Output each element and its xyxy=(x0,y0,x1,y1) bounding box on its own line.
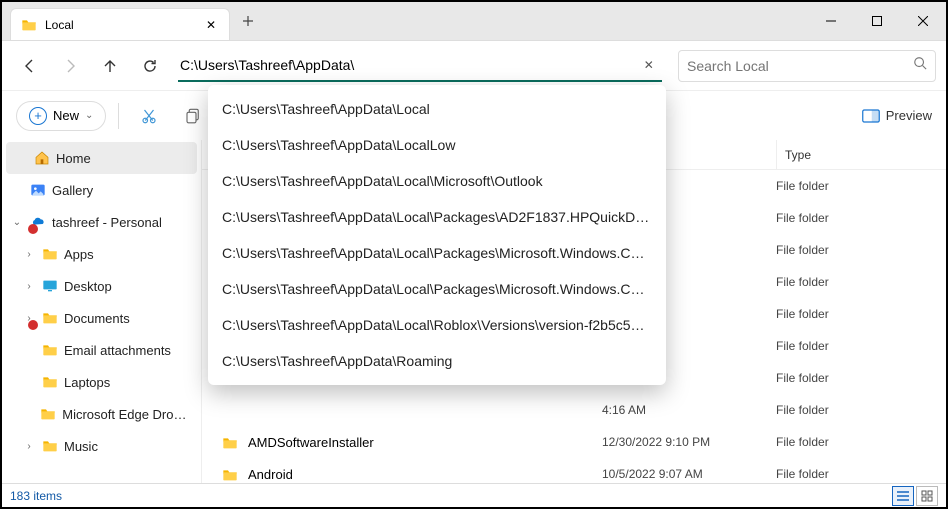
close-icon[interactable]: ✕ xyxy=(203,17,219,33)
plus-icon: + xyxy=(29,107,47,125)
sidebar-item-documents[interactable]: ›Documents xyxy=(2,302,201,334)
file-type: File folder xyxy=(776,339,946,353)
preview-button[interactable]: Preview xyxy=(862,108,932,123)
tree-label: Gallery xyxy=(52,183,93,198)
preview-label: Preview xyxy=(886,108,932,123)
file-type: File folder xyxy=(776,243,946,257)
table-row[interactable]: AMDSoftwareInstaller 12/30/2022 9:10 PMFi… xyxy=(202,426,946,458)
chevron-icon[interactable]: ⌄ xyxy=(10,217,24,228)
tree-icon xyxy=(40,406,56,422)
sidebar-item-tashreef-personal[interactable]: ⌄ tashreef - Personal xyxy=(2,206,201,238)
tab-current[interactable]: Local ✕ xyxy=(10,8,230,40)
new-label: New xyxy=(53,108,79,123)
sidebar-item-microsoft-edge-drop-files[interactable]: Microsoft Edge Drop Files xyxy=(2,398,201,430)
sidebar-item-home[interactable]: Home xyxy=(6,142,197,174)
nav-toolbar: ✕ xyxy=(2,40,946,90)
sidebar-item-apps[interactable]: › Apps xyxy=(2,238,201,270)
tree-label: Email attachments xyxy=(64,343,171,358)
table-row[interactable]: Android 10/5/2022 9:07 AMFile folder xyxy=(202,458,946,483)
tree-label: Laptops xyxy=(64,375,110,390)
suggestion-item[interactable]: C:\Users\Tashreef\AppData\Local\Packages… xyxy=(208,271,666,307)
tree-label: Music xyxy=(64,439,98,454)
sidebar-item-laptops[interactable]: Laptops xyxy=(2,366,201,398)
chevron-icon[interactable]: › xyxy=(22,441,36,452)
file-name: Android xyxy=(248,467,293,482)
col-type[interactable]: Type xyxy=(776,140,946,169)
sidebar-item-music[interactable]: › Music xyxy=(2,430,201,462)
minimize-button[interactable] xyxy=(808,2,854,40)
tree-label: Documents xyxy=(64,311,130,326)
clear-icon[interactable]: ✕ xyxy=(636,58,662,72)
suggestion-item[interactable]: C:\Users\Tashreef\AppData\Local xyxy=(208,91,666,127)
close-window-button[interactable] xyxy=(900,2,946,40)
file-date: 12/30/2022 9:10 PM xyxy=(602,435,776,449)
up-button[interactable] xyxy=(92,48,128,84)
tree-icon xyxy=(30,182,46,198)
sidebar-item-gallery[interactable]: Gallery xyxy=(2,174,201,206)
chevron-icon[interactable]: › xyxy=(22,281,36,292)
forward-button[interactable] xyxy=(52,48,88,84)
details-view-button[interactable] xyxy=(892,486,914,506)
new-tab-button[interactable] xyxy=(230,2,266,40)
file-name: AMDSoftwareInstaller xyxy=(248,435,374,450)
folder-icon xyxy=(222,467,240,481)
tree-icon xyxy=(34,150,50,166)
file-type: File folder xyxy=(776,275,946,289)
back-button[interactable] xyxy=(12,48,48,84)
tree-icon xyxy=(42,342,58,358)
tree-label: Desktop xyxy=(64,279,112,294)
tab-title: Local xyxy=(45,18,195,32)
file-type: File folder xyxy=(776,403,946,417)
address-suggestions: C:\Users\Tashreef\AppData\LocalC:\Users\… xyxy=(208,85,666,385)
address-bar[interactable]: ✕ xyxy=(178,50,662,82)
suggestion-item[interactable]: C:\Users\Tashreef\AppData\Local\Packages… xyxy=(208,235,666,271)
navigation-pane[interactable]: Home Gallery ⌄ tashreef - Personal › Apps › Des… xyxy=(2,140,202,483)
icons-view-button[interactable] xyxy=(916,486,938,506)
file-date: 10/5/2022 9:07 AM xyxy=(602,467,776,481)
file-type: File folder xyxy=(776,371,946,385)
search-box[interactable] xyxy=(678,50,936,82)
file-date: 4:16 AM xyxy=(602,403,776,417)
refresh-button[interactable] xyxy=(132,48,168,84)
sync-error-icon xyxy=(28,224,38,234)
status-bar: 183 items xyxy=(2,483,946,507)
folder-icon xyxy=(222,435,240,449)
suggestion-item[interactable]: C:\Users\Tashreef\AppData\Local\Microsof… xyxy=(208,163,666,199)
tree-label: Apps xyxy=(64,247,94,262)
file-type: File folder xyxy=(776,435,946,449)
file-type: File folder xyxy=(776,211,946,225)
folder-icon xyxy=(222,403,240,417)
maximize-button[interactable] xyxy=(854,2,900,40)
tree-icon xyxy=(42,278,58,294)
tree-label: Home xyxy=(56,151,91,166)
address-input[interactable] xyxy=(178,53,636,77)
sidebar-item-desktop[interactable]: › Desktop xyxy=(2,270,201,302)
table-row[interactable]: 4:16 AMFile folder xyxy=(202,394,946,426)
new-button[interactable]: + New ⌄ xyxy=(16,101,106,131)
tree-icon xyxy=(42,310,58,326)
tree-label: Microsoft Edge Drop Files xyxy=(62,407,193,422)
search-input[interactable] xyxy=(687,58,913,74)
suggestion-item[interactable]: C:\Users\Tashreef\AppData\Roaming xyxy=(208,343,666,379)
cut-button[interactable] xyxy=(131,98,167,134)
chevron-icon[interactable]: › xyxy=(22,249,36,260)
file-type: File folder xyxy=(776,307,946,321)
chevron-down-icon: ⌄ xyxy=(85,110,93,121)
copy-button[interactable] xyxy=(175,98,211,134)
titlebar: Local ✕ xyxy=(2,2,946,40)
file-type: File folder xyxy=(776,467,946,481)
suggestion-item[interactable]: C:\Users\Tashreef\AppData\LocalLow xyxy=(208,127,666,163)
sync-error-icon xyxy=(28,320,38,330)
tree-icon xyxy=(42,438,58,454)
suggestion-item[interactable]: C:\Users\Tashreef\AppData\Local\Packages… xyxy=(208,199,666,235)
folder-icon xyxy=(21,17,37,33)
search-icon xyxy=(913,56,927,75)
tree-icon xyxy=(42,246,58,262)
tree-icon xyxy=(42,374,58,390)
suggestion-item[interactable]: C:\Users\Tashreef\AppData\Local\Roblox\V… xyxy=(208,307,666,343)
tree-label: tashreef - Personal xyxy=(52,215,162,230)
item-count: 183 items xyxy=(10,489,62,503)
file-type: File folder xyxy=(776,179,946,193)
sidebar-item-email-attachments[interactable]: Email attachments xyxy=(2,334,201,366)
